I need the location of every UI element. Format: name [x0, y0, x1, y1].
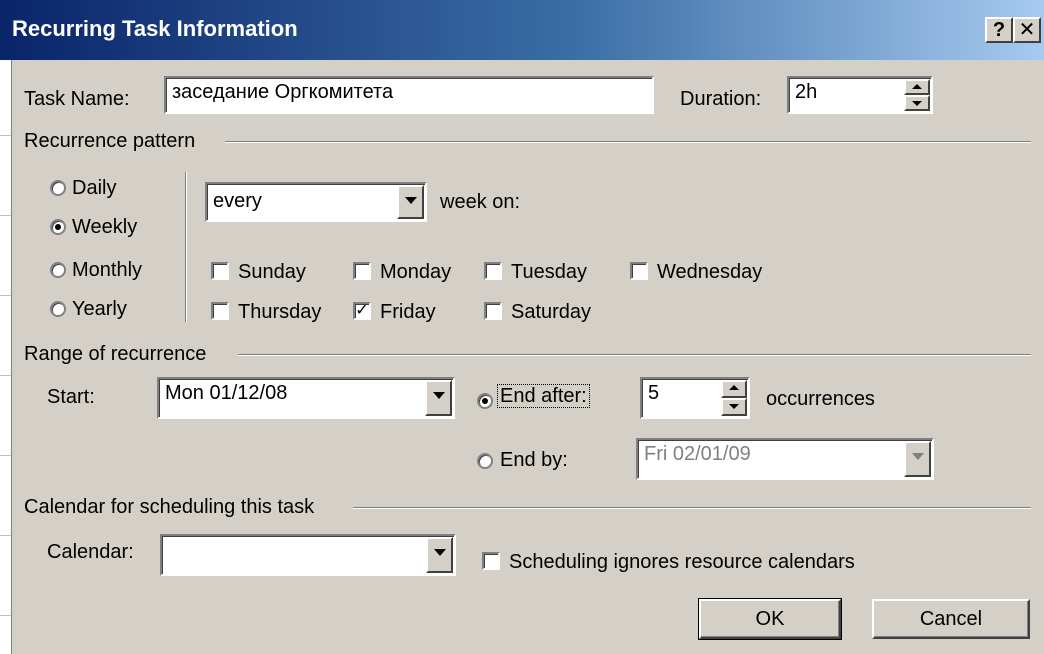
spin-up-icon[interactable] [721, 380, 747, 398]
pattern-separator [185, 172, 187, 322]
check-icon: ✓ [355, 302, 369, 319]
group-rule [225, 141, 1031, 143]
spin-up-icon[interactable] [904, 79, 930, 95]
frequency-dropdown[interactable]: every [205, 182, 427, 222]
weekly-label: Weekly [72, 216, 138, 238]
checkbox-saturday[interactable] [484, 302, 502, 320]
cancel-button[interactable]: Cancel [872, 599, 1030, 639]
radio-yearly[interactable] [50, 301, 66, 317]
spin-down-icon[interactable] [721, 398, 747, 416]
group-rule [238, 354, 1031, 356]
monday-label: Monday [380, 261, 452, 283]
background-gridline [0, 615, 11, 616]
calendar-heading: Calendar for scheduling this task [24, 496, 315, 518]
calendar-dropdown[interactable] [160, 534, 456, 576]
background-window-edge [0, 60, 12, 654]
checkbox-sunday[interactable] [211, 262, 229, 280]
monthly-label: Monthly [72, 259, 143, 281]
background-gridline [0, 295, 11, 296]
yearly-label: Yearly [72, 298, 127, 320]
checkbox-tuesday[interactable] [484, 262, 502, 280]
checkbox-monday[interactable] [353, 262, 371, 280]
radio-weekly[interactable] [50, 219, 66, 235]
duration-spin-buttons[interactable] [904, 79, 930, 111]
saturday-label: Saturday [511, 301, 592, 323]
checkbox-thursday[interactable] [211, 302, 229, 320]
chevron-down-icon[interactable] [397, 185, 424, 219]
radio-end-after[interactable] [477, 393, 493, 409]
ignore-resource-calendars-label: Scheduling ignores resource calendars [509, 551, 855, 573]
calendar-value [162, 536, 454, 542]
ok-button[interactable]: OK [698, 598, 842, 640]
close-button[interactable]: ✕ [1013, 17, 1041, 43]
start-date-value: Mon 01/12/08 [165, 382, 288, 404]
duration-label: Duration: [680, 88, 762, 110]
close-icon: ✕ [1018, 19, 1036, 41]
end-after-spinner[interactable]: 5 [640, 377, 750, 419]
friday-label: Friday [380, 301, 436, 323]
frequency-value: every [213, 190, 262, 212]
duration-spinner[interactable]: 2h [787, 76, 933, 114]
task-name-label: Task Name: [24, 88, 130, 110]
end-by-label: End by: [500, 449, 568, 471]
occurrences-label: occurrences [766, 388, 875, 410]
tuesday-label: Tuesday [511, 261, 587, 283]
background-gridline [0, 375, 11, 376]
group-rule [353, 507, 1031, 509]
sunday-label: Sunday [238, 261, 306, 283]
checkbox-friday[interactable]: ✓ [353, 302, 371, 320]
radio-monthly[interactable] [50, 262, 66, 278]
end-after-label: End after: [497, 384, 590, 408]
task-name-value: заседание Оргкомитета [172, 81, 394, 103]
background-gridline [0, 535, 11, 536]
calendar-label: Calendar: [47, 541, 134, 563]
end-by-value: Fri 02/01/09 [644, 443, 751, 465]
checkbox-wednesday[interactable] [630, 262, 648, 280]
week-on-label: week on: [440, 191, 521, 213]
chevron-down-icon[interactable] [904, 441, 931, 477]
window-title: Recurring Task Information [12, 16, 298, 41]
spin-down-icon[interactable] [904, 95, 930, 111]
end-by-dropdown[interactable]: Fri 02/01/09 [636, 438, 934, 480]
chevron-down-icon[interactable] [425, 380, 452, 416]
chevron-down-icon[interactable] [426, 537, 453, 573]
occurrences-spin-buttons[interactable] [721, 380, 747, 416]
daily-label: Daily [72, 177, 117, 199]
help-icon: ? [992, 19, 1006, 41]
start-label: Start: [47, 386, 95, 408]
radio-daily[interactable] [50, 180, 66, 196]
task-name-input[interactable]: заседание Оргкомитета [164, 76, 654, 114]
background-gridline [0, 135, 11, 136]
thursday-label: Thursday [238, 301, 322, 323]
wednesday-label: Wednesday [657, 261, 763, 283]
checkbox-ignore-resource-calendars[interactable] [482, 552, 500, 570]
background-gridline [0, 455, 11, 456]
radio-end-by[interactable] [477, 453, 493, 469]
range-heading: Range of recurrence [24, 343, 207, 365]
help-button[interactable]: ? [985, 17, 1013, 43]
start-date-dropdown[interactable]: Mon 01/12/08 [157, 377, 455, 419]
background-gridline [0, 215, 11, 216]
recurrence-pattern-heading: Recurrence pattern [24, 130, 196, 152]
